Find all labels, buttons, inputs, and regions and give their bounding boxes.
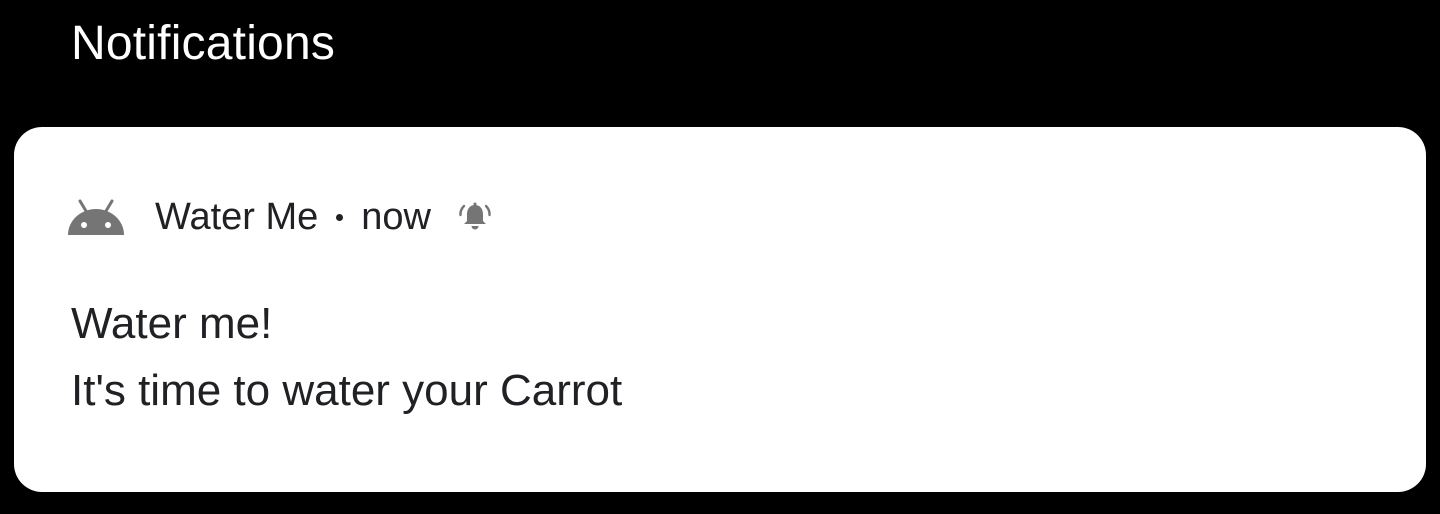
notification-card[interactable]: Water Me now Water me! It's time to wate… — [14, 127, 1426, 492]
section-title: Notifications — [71, 17, 336, 70]
notification-text: It's time to water your Carrot — [71, 366, 623, 415]
notification-title: Water me! — [71, 299, 273, 348]
notification-shade: Notifications Water Me now Water me! It'… — [0, 0, 1440, 514]
notification-header: Water Me now — [66, 193, 492, 241]
separator-dot — [336, 213, 344, 221]
bell-alert-icon — [458, 200, 492, 234]
app-name: Water Me — [155, 196, 319, 238]
notification-timestamp: now — [361, 196, 431, 238]
android-robot-icon — [66, 197, 126, 237]
